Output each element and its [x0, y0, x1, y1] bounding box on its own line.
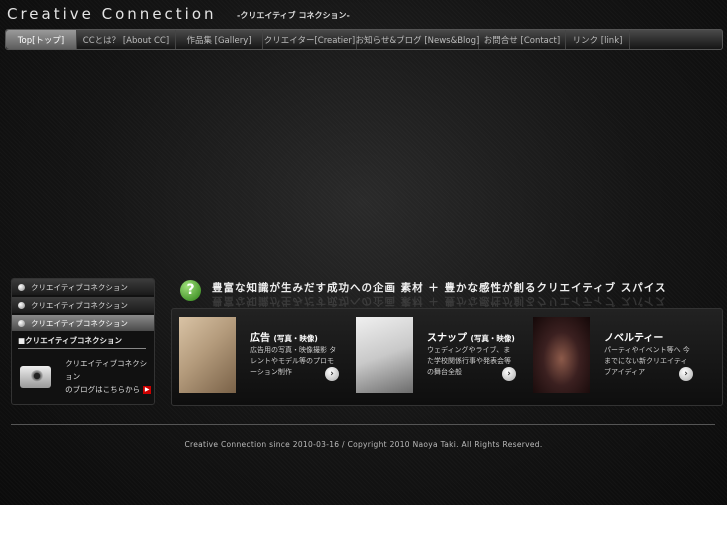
sidebar-item-3[interactable]: クリエイティブコネクション — [12, 315, 154, 331]
feature-title: スナップ (写真・映像) — [427, 333, 515, 344]
sidebar-item-label: クリエイティブコネクション — [31, 282, 128, 292]
footer-divider — [11, 424, 715, 425]
sidebar-item-label: クリエイティブコネクション — [31, 318, 128, 328]
nav-item-about[interactable]: CCとは？ [About CC] — [77, 30, 176, 49]
feature-advertising[interactable]: 広告 (写真・映像) 広告用の写真・映像撮影 タレントやモデル等のプロモーション… — [179, 317, 349, 393]
snap-thumbnail[interactable] — [356, 317, 413, 393]
tagline: 豊富な知識が生みだす成功への企画 素材 ＋ 豊かな感性が創るクリエイティブ スパ… — [212, 282, 667, 294]
nav-item-link[interactable]: リンク [link] — [566, 30, 630, 49]
bullet-icon — [18, 301, 25, 309]
blog-promo-link[interactable]: クリエイティブコネクション のブログはこちらから ▶ — [20, 357, 154, 396]
promo-line-1: クリエイティブコネクション — [65, 359, 148, 381]
bullet-icon — [18, 283, 25, 291]
nav-item-contact[interactable]: お問合せ [Contact] — [479, 30, 566, 49]
arrow-right-icon[interactable]: › — [502, 367, 516, 381]
feature-snap[interactable]: スナップ (写真・映像) ウェディングやライブ、また学校関係行事や発表会等の舞台… — [356, 317, 526, 393]
advertising-thumbnail[interactable] — [179, 317, 236, 393]
sidebar-item-1[interactable]: クリエイティブコネクション — [12, 279, 154, 295]
sidebar-section-title: ■クリエイティブコネクション — [18, 335, 146, 349]
nav-item-creator[interactable]: クリエイター[Creatier] — [263, 30, 357, 49]
nav-item-top[interactable]: Top[トップ] — [6, 30, 77, 49]
nav-item-gallery[interactable]: 作品集 [Gallery] — [176, 30, 263, 49]
nav-item-news-blog[interactable]: お知らせ&ブログ [News&Blog] — [356, 30, 479, 49]
site-subtitle: -クリエイティブ コネクション- — [237, 11, 350, 20]
feature-title: ノベルティー — [604, 333, 664, 344]
sidebar-item-2[interactable]: クリエイティブコネクション — [12, 297, 154, 313]
site-title[interactable]: Creative Connection — [7, 5, 217, 23]
arrow-right-icon[interactable]: › — [679, 367, 693, 381]
arrow-right-icon[interactable]: › — [325, 367, 339, 381]
page-background: Creative Connection -クリエイティブ コネクション- Top… — [0, 0, 727, 505]
feature-novelty[interactable]: ノベルティー パーティやイベント等へ 今までにない新クリエイティブアイディア › — [533, 317, 703, 393]
play-arrow-icon[interactable]: ▶ — [143, 386, 152, 394]
promo-line-2: のブログはこちらから — [65, 385, 141, 394]
feature-panel: 広告 (写真・映像) 広告用の写真・映像撮影 タレントやモデル等のプロモーション… — [171, 308, 723, 406]
feature-title: 広告 (写真・映像) — [250, 333, 318, 344]
bullet-icon — [18, 319, 25, 327]
main-nav: Top[トップ] CCとは？ [About CC] 作品集 [Gallery] … — [5, 29, 723, 50]
camera-icon — [20, 365, 52, 388]
copyright-text: Creative Connection since 2010-03-16 / C… — [184, 440, 543, 449]
novelty-thumbnail[interactable] — [533, 317, 590, 393]
tagline-reflection: 豊富な知識が生みだす成功への企画 素材 ＋ 豊かな感性が創るクリエイティブ スパ… — [212, 295, 667, 307]
question-icon: ? — [180, 280, 201, 301]
sidebar-item-label: クリエイティブコネクション — [31, 300, 128, 310]
sidebar: クリエイティブコネクション クリエイティブコネクション クリエイティブコネクショ… — [11, 278, 155, 405]
